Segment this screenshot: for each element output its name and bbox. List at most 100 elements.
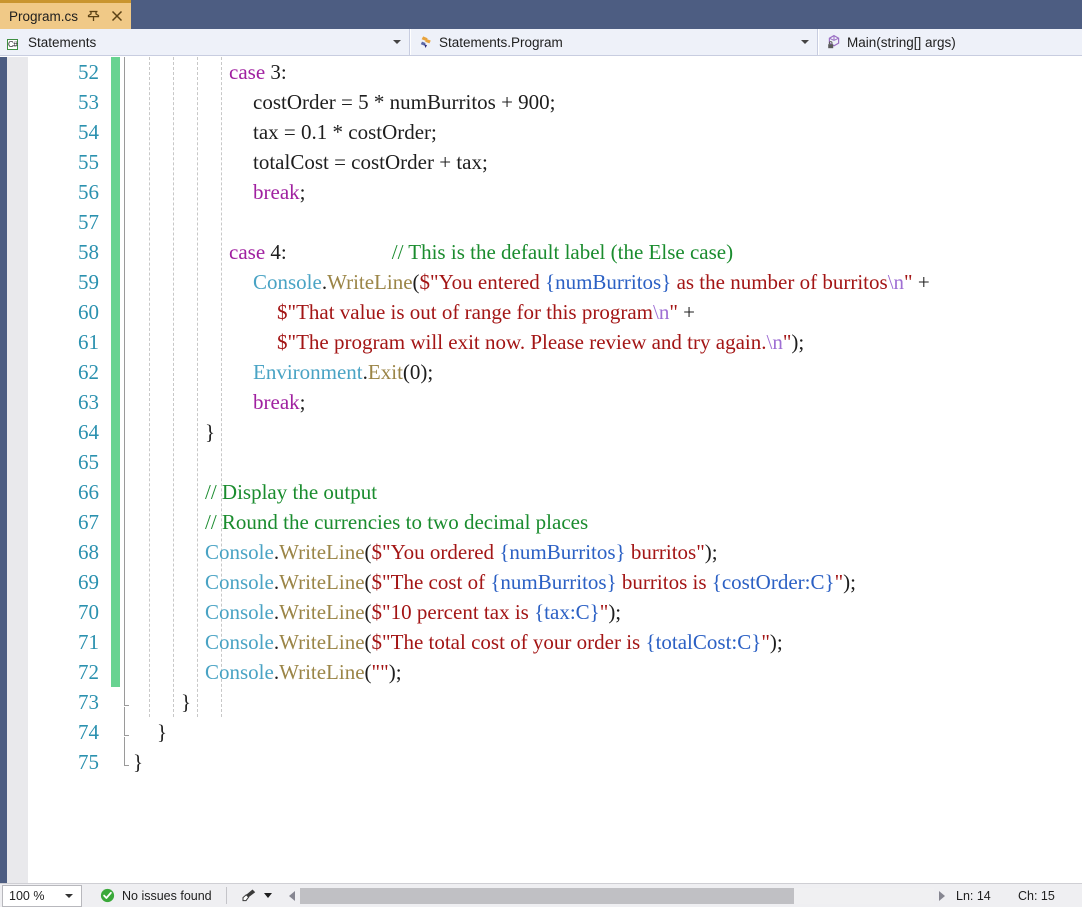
code-token: Console <box>205 570 274 594</box>
code-token: tax = <box>253 120 301 144</box>
horizontal-scrollbar[interactable] <box>286 887 948 905</box>
code-token: ( <box>364 570 372 594</box>
line-number: 60 <box>78 300 99 324</box>
zoom-level-dropdown[interactable]: 100 % <box>2 884 82 907</box>
code-token: burritos is <box>616 570 712 594</box>
code-token: {numBurritos} <box>499 540 626 564</box>
code-line[interactable]: Console.WriteLine($"The cost of {numBurr… <box>129 567 856 597</box>
code-token: $"The program will exit now. Please revi… <box>277 330 767 354</box>
scroll-right-arrow-icon[interactable] <box>934 887 948 905</box>
code-line[interactable] <box>129 207 133 237</box>
code-token: } <box>157 720 168 744</box>
navbar-member-dropdown[interactable]: Main(string[] args) <box>818 29 1082 55</box>
code-line[interactable]: Console.WriteLine($"You entered {numBurr… <box>129 267 930 297</box>
scrollbar-thumb[interactable] <box>299 887 795 904</box>
code-text-surface[interactable]: case 3: costOrder = 5 * numBurritos + 900… <box>129 57 1082 883</box>
breakpoint-margin[interactable] <box>7 57 28 883</box>
code-line[interactable]: case 3: <box>129 57 287 87</box>
status-separator <box>225 887 227 904</box>
code-token: \n <box>652 300 670 324</box>
issues-status[interactable]: No issues found <box>100 888 212 903</box>
method-private-icon <box>826 34 842 50</box>
code-line[interactable]: break; <box>129 387 305 417</box>
line-number: 66 <box>78 480 99 504</box>
code-line[interactable]: } <box>129 747 143 777</box>
feedback-button[interactable] <box>241 888 272 903</box>
scroll-left-arrow-icon[interactable] <box>286 887 300 905</box>
code-token: Environment <box>253 360 363 384</box>
check-circle-icon <box>100 888 115 903</box>
tab-program-cs[interactable]: Program.cs <box>0 0 132 29</box>
code-token: {numBurritos} <box>544 270 672 294</box>
line-number: 68 <box>78 540 99 564</box>
code-token: {costOrder:C} <box>711 570 835 594</box>
code-token: Console <box>253 270 322 294</box>
change-tracking-bar <box>111 57 120 687</box>
code-line[interactable]: // Display the output <box>129 477 377 507</box>
code-token: ( <box>412 270 420 294</box>
code-token: $"The total cost of your order is <box>371 630 646 654</box>
code-line[interactable]: } <box>129 417 215 447</box>
close-icon[interactable] <box>110 9 124 23</box>
status-bar: 100 % No issues found Ln: 14 Ch: 15 <box>0 883 1082 907</box>
code-token: // Display the output <box>205 480 378 504</box>
line-number-gutter: 52 53 54 55 56 57 58 59 60 61 62 63 64 65 66 67 68 69 70 71… <box>28 57 110 883</box>
code-line[interactable]: $"The program will exit now. Please revi… <box>129 327 804 357</box>
code-token: ); <box>608 600 622 624</box>
navbar-type-dropdown[interactable]: Statements.Program <box>410 29 818 55</box>
code-token: case <box>229 240 271 264</box>
code-line[interactable]: Console.WriteLine($"The total cost of yo… <box>129 627 783 657</box>
code-token: WriteLine <box>279 630 365 654</box>
code-line[interactable]: // Round the currencies to two decimal p… <box>129 507 588 537</box>
line-number: 72 <box>78 660 99 684</box>
code-editor[interactable]: 52 53 54 55 56 57 58 59 60 61 62 63 64 65 66 67 68 69 70 71… <box>0 57 1082 883</box>
code-line[interactable]: Console.WriteLine(""); <box>129 657 402 687</box>
scrollbar-track[interactable] <box>299 887 934 904</box>
line-number: 61 <box>78 330 99 354</box>
code-line[interactable]: Console.WriteLine($"10 percent tax is {t… <box>129 597 621 627</box>
line-number: 59 <box>78 270 99 294</box>
line-number: 73 <box>78 690 99 714</box>
code-token: \n <box>887 270 905 294</box>
code-line[interactable]: Environment.Exit(0); <box>129 357 433 387</box>
line-number: 58 <box>78 240 99 264</box>
code-token: * costOrder; <box>327 120 437 144</box>
outlining-margin[interactable] <box>120 57 129 883</box>
code-token: Console <box>205 660 274 684</box>
code-token: $"You entered <box>419 270 545 294</box>
navbar-member-label: Main(string[] args) <box>847 34 956 50</box>
code-token: : <box>280 60 287 84</box>
code-line[interactable]: break; <box>129 177 305 207</box>
code-token: ); <box>420 360 434 384</box>
pin-icon[interactable] <box>87 9 101 23</box>
line-number: 63 <box>78 390 99 414</box>
code-line[interactable]: Console.WriteLine($"You ordered {numBurr… <box>129 537 718 567</box>
code-token: WriteLine <box>327 270 413 294</box>
code-line[interactable]: totalCost = costOrder + tax; <box>129 147 488 177</box>
code-token: $"The cost of <box>371 570 491 594</box>
code-token: ; <box>549 90 556 114</box>
code-line[interactable]: case 4: // This is the default label (th… <box>129 237 733 267</box>
code-token: Console <box>205 600 274 624</box>
navbar-project-dropdown[interactable]: C# Statements <box>0 29 410 55</box>
code-line[interactable]: tax = 0.1 * costOrder; <box>129 117 437 147</box>
code-line[interactable]: $"That value is out of range for this pr… <box>129 297 695 327</box>
code-line[interactable] <box>129 447 133 477</box>
navbar-project-label: Statements <box>28 34 97 50</box>
code-token: {numBurritos} <box>490 570 617 594</box>
code-line[interactable]: } <box>129 717 167 747</box>
cursor-line-position: Ln: 14 <box>956 888 991 903</box>
code-token: totalCost = costOrder + tax; <box>253 150 488 174</box>
outline-bracket <box>124 737 125 765</box>
code-token: ); <box>704 540 718 564</box>
chevron-down-icon <box>263 893 272 898</box>
code-line[interactable]: costOrder = 5 * numBurritos + 900; <box>129 87 556 117</box>
outline-bracket <box>124 57 125 705</box>
editor-tab-strip: Program.cs <box>0 0 1082 29</box>
code-token: ; <box>299 180 306 204</box>
code-token: {tax:C} <box>534 600 600 624</box>
navigation-bar: C# Statements Statements.Program Main(st… <box>0 29 1082 56</box>
code-line[interactable]: } <box>129 687 191 717</box>
tab-label: Program.cs <box>9 8 79 24</box>
